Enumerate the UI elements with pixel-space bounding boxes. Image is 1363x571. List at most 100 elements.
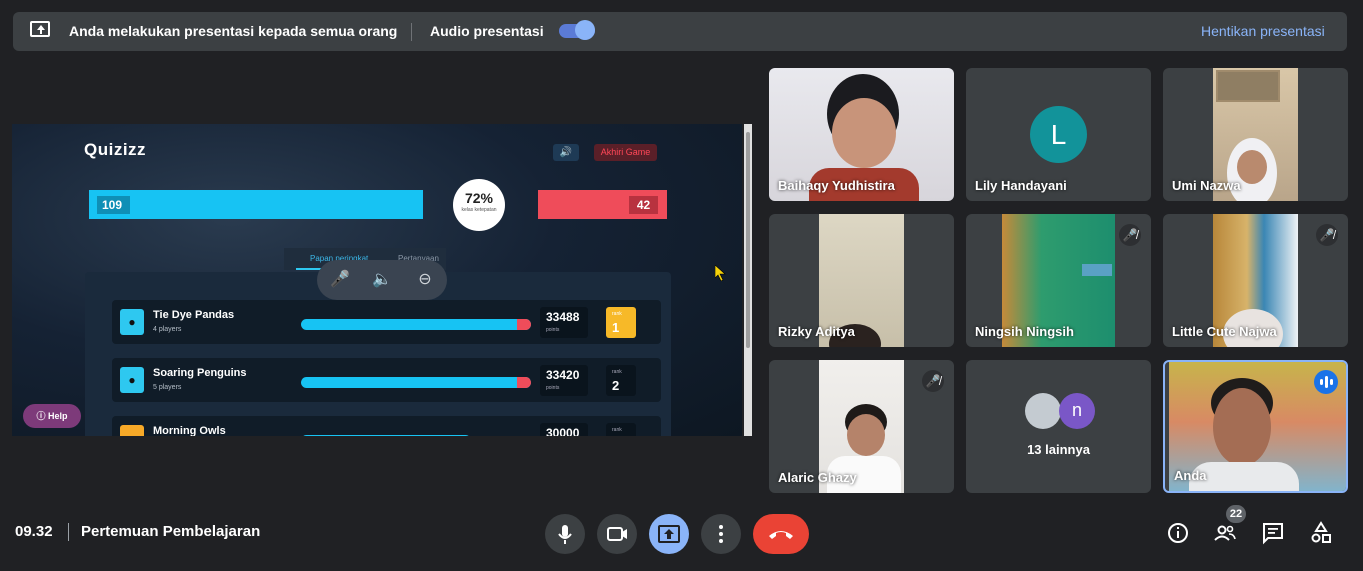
screen-controls-overlay: 🎤 🔈 ⊖ [317,260,447,300]
team-rank: rank [606,423,636,436]
team-rank: rank 2 [606,365,636,396]
participant-tile[interactable]: 🎤̸ Ningsih Ningsih [966,214,1151,347]
team-name: Morning Owls [153,425,226,436]
rank-value: 2 [612,378,620,393]
microphone-icon [558,525,572,544]
wall-frame [1216,70,1280,102]
mic-off-icon: 🎤̸ [922,370,944,392]
team-name: Tie Dye Pandas [153,309,235,321]
team-points: 30000 [540,423,588,436]
meeting-time: 09.32 [15,523,53,540]
more-vert-icon [719,525,723,543]
face [1213,388,1271,466]
participant-name: Rizky Aditya [778,324,855,339]
divider [68,523,69,541]
face [832,98,896,168]
divider [411,23,412,41]
camera-button[interactable] [597,514,637,554]
self-tile[interactable]: Anda [1163,360,1348,493]
toggle-knob[interactable] [575,20,595,40]
speaking-indicator-icon [1314,370,1338,394]
team-progress-bar [301,435,471,436]
team-rank: rank 1 [606,307,636,338]
team-players: 5 players [153,384,182,391]
rank-value: 1 [612,320,620,335]
mic-off-icon: 🎤̸ [1316,224,1338,246]
volume-icon[interactable]: 🔈 [371,269,393,291]
team-score-bar-left [89,190,423,219]
participant-tile[interactable]: 🎤̸ Little Cute Najwa [1163,214,1348,347]
help-icon: ⓘ [36,411,48,421]
points-value: 33420 [546,368,580,382]
camera-icon [607,527,627,541]
face [847,414,885,456]
participant-name: Umi Nazwa [1172,178,1241,193]
microphone-button[interactable] [545,514,585,554]
quizizz-logo: Quizizz [84,140,147,159]
scrollbar-thumb[interactable] [746,132,750,348]
more-options-button[interactable] [701,514,741,554]
participant-name: Ningsih Ningsih [975,324,1074,339]
points-label: points [546,327,560,333]
participant-tile[interactable]: n 13 lainnya [966,360,1151,493]
others-count: 13 lainnya [1027,442,1090,457]
remove-icon[interactable]: ⊖ [414,269,436,291]
team-score-left: 109 [97,196,130,214]
participant-count-badge: 22 [1226,505,1246,523]
mic-off-icon: 🎤̸ [1119,224,1141,246]
participant-tile[interactable]: Umi Nazwa [1163,68,1348,201]
team-name: Soaring Penguins [153,367,247,379]
shared-screen: Quizizz 🔊 Akhiri Game 109 42 72% kelas k… [12,124,742,436]
team-points: 33420 points [540,365,588,396]
team-row: ● Soaring Penguins 5 players 33420 point… [112,358,661,402]
participant-name: Lily Handayani [975,178,1067,193]
leave-call-button[interactable] [753,514,809,554]
stop-presenting-button[interactable]: Hentikan presentasi [1201,23,1325,39]
participant-name: Alaric Ghazy [778,470,857,485]
people-button[interactable] [1212,520,1238,546]
chat-button[interactable] [1260,520,1286,546]
avatar [1025,393,1061,429]
activities-button[interactable] [1308,520,1334,546]
audio-presentation-label: Audio presentasi [430,23,544,39]
help-button[interactable]: ⓘ Help [23,404,81,428]
presentation-banner: Anda melakukan presentasi kepada semua o… [13,12,1347,51]
present-screen-icon [30,21,50,37]
points-label: points [546,385,560,391]
team-score-right: 42 [629,196,658,214]
hang-up-icon [769,531,793,539]
team-points: 33488 points [540,307,588,338]
participant-name: Baihaqy Yudhistira [778,178,895,193]
mouse-cursor-icon [715,265,726,281]
participant-tile[interactable]: 🎤̸ Alaric Ghazy [769,360,954,493]
rank-label: rank [612,311,622,317]
panda-avatar-icon: ● [120,309,144,335]
team-row: ● Morning Owls 30000 rank [112,416,661,436]
participant-tile[interactable]: Rizky Aditya [769,214,954,347]
chat-icon [1263,523,1283,545]
accuracy-caption: kelas ketepatan [461,207,497,213]
end-game-button[interactable]: Akhiri Game [594,144,657,161]
presenting-message: Anda melakukan presentasi kepada semua o… [69,23,398,39]
mic-off-icon[interactable]: 🎤 [329,269,351,291]
team-players: 4 players [153,326,182,333]
participant-name: Little Cute Najwa [1172,324,1277,339]
participant-name: Anda [1174,468,1207,483]
owl-avatar-icon: ● [120,425,144,436]
participant-tile[interactable]: Baihaqy Yudhistira [769,68,954,201]
people-icon [1214,525,1236,541]
present-screen-icon [658,525,680,543]
rank-label: rank [612,427,622,433]
present-now-button[interactable] [649,514,689,554]
participant-tile[interactable]: L Lily Handayani [966,68,1151,201]
avatar: n [1059,393,1095,429]
team-progress-bar [301,377,531,388]
meeting-title: Pertemuan Pembelajaran [81,523,261,540]
penguin-avatar-icon: ● [120,367,144,393]
accuracy-badge: 72% kelas ketepatan [453,179,505,231]
sound-icon[interactable]: 🔊 [553,144,579,161]
accuracy-value: 72% [464,190,494,206]
meeting-details-button[interactable] [1165,520,1191,546]
team-row: ● Tie Dye Pandas 4 players 33488 points … [112,300,661,344]
info-icon [1168,523,1188,543]
